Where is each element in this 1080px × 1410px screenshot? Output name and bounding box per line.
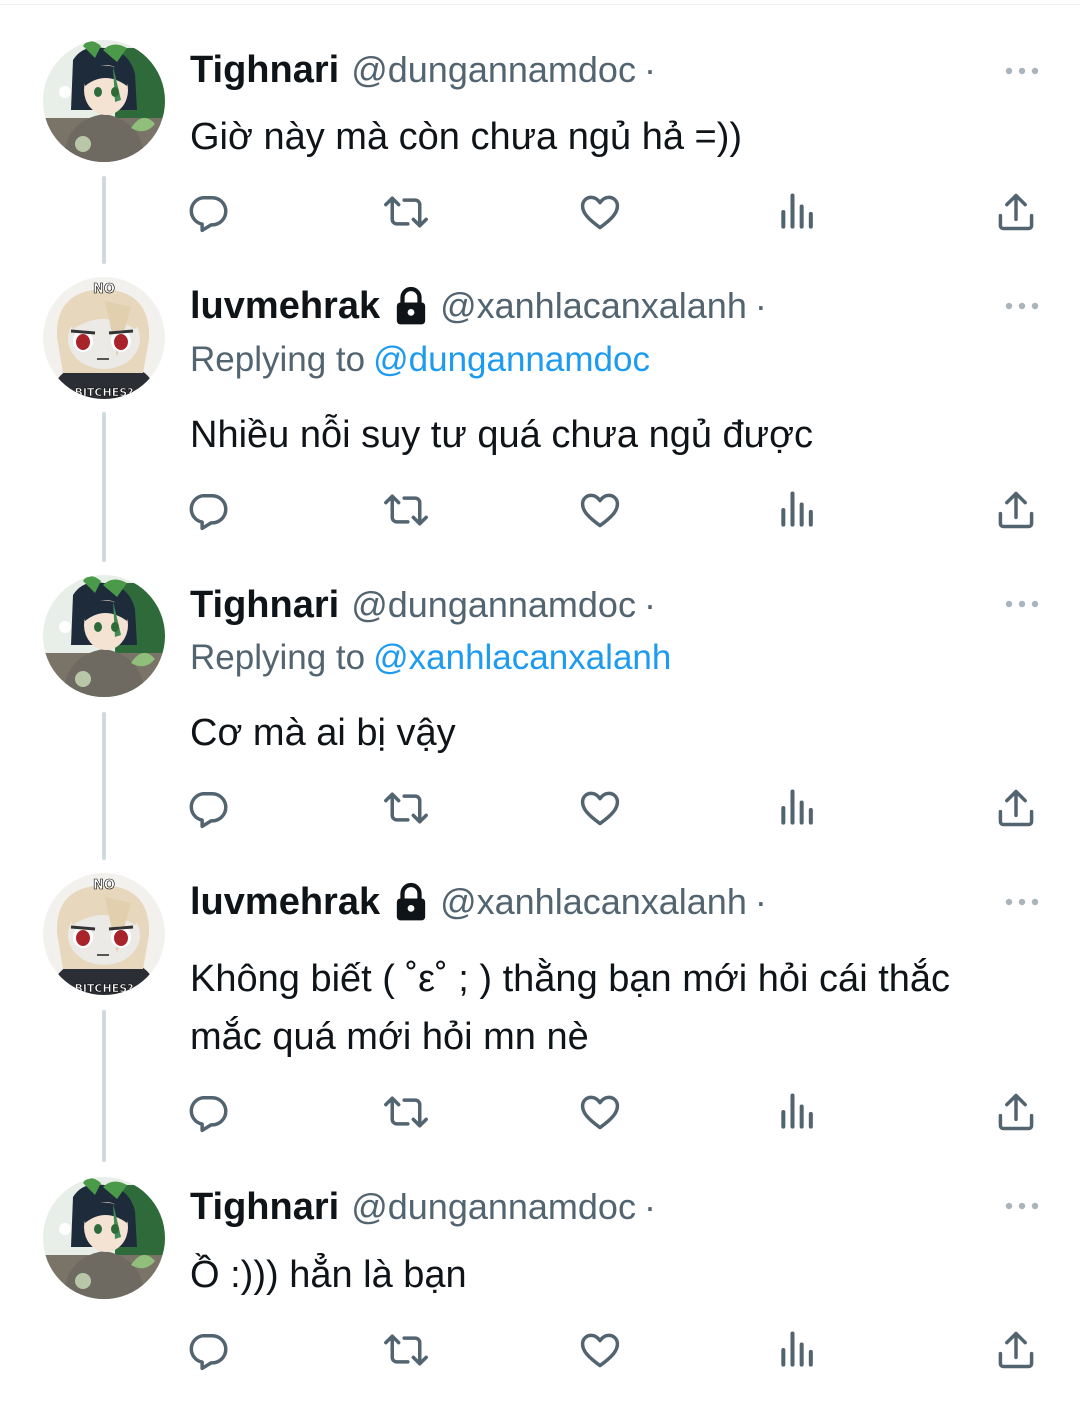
- user-handle[interactable]: @dungannamdoc: [351, 49, 636, 91]
- avatar-tighnari[interactable]: [43, 40, 165, 162]
- reply-icon[interactable]: [186, 786, 234, 834]
- views-icon[interactable]: [776, 190, 824, 238]
- tweet-header: luvmehrak @xanhlacanxalanh ·: [190, 880, 767, 924]
- thread-line: [102, 712, 106, 860]
- more-icon[interactable]: [1004, 896, 1040, 908]
- svg-text:NO: NO: [93, 878, 115, 893]
- avatar-image: [43, 40, 165, 162]
- share-icon[interactable]: [994, 488, 1042, 536]
- lock-icon: [394, 286, 428, 326]
- lock-icon: [394, 882, 428, 922]
- user-handle[interactable]: @xanhlacanxalanh: [440, 285, 747, 327]
- avatar-luvmehrak[interactable]: NO BITCHES?: [43, 873, 165, 995]
- separator-dot: ·: [754, 881, 767, 922]
- replying-label: Replying to: [190, 340, 366, 379]
- views-icon[interactable]: [776, 786, 824, 834]
- svg-text:BITCHES?: BITCHES?: [74, 982, 133, 995]
- like-icon[interactable]: [578, 786, 626, 834]
- replying-label: Replying to: [190, 638, 366, 677]
- svg-text:BITCHES?: BITCHES?: [74, 386, 133, 399]
- avatar-image: NO BITCHES?: [43, 873, 165, 995]
- tweet-actions: [186, 1090, 1046, 1138]
- more-icon[interactable]: [1004, 65, 1040, 77]
- retweet-icon[interactable]: [384, 1328, 432, 1376]
- like-icon[interactable]: [578, 1090, 626, 1138]
- svg-text:NO: NO: [93, 282, 115, 297]
- share-icon[interactable]: [994, 1328, 1042, 1376]
- views-icon[interactable]: [776, 1328, 824, 1376]
- thread-line: [102, 412, 106, 562]
- retweet-icon[interactable]: [384, 786, 432, 834]
- separator-dot: ·: [754, 285, 767, 326]
- reply-icon[interactable]: [186, 190, 234, 238]
- tweet-actions: [186, 1328, 1046, 1376]
- tweet-text: Không biết ( ˚ε˚ ; ) thằng bạn mới hỏi c…: [190, 958, 951, 1058]
- tweet-actions: [186, 786, 1046, 834]
- more-icon[interactable]: [1004, 300, 1040, 312]
- replying-to: Replying to @dungannamdoc: [190, 340, 650, 380]
- tweet-text: Ồ :))) hẳn là bạn: [190, 1254, 467, 1296]
- tweet-header: luvmehrak @xanhlacanxalanh ·: [190, 284, 767, 328]
- mention-link[interactable]: @dungannamdoc: [373, 340, 650, 379]
- display-name[interactable]: luvmehrak: [190, 285, 380, 328]
- like-icon[interactable]: [578, 1328, 626, 1376]
- thread-line: [102, 176, 106, 264]
- reply-icon[interactable]: [186, 1090, 234, 1138]
- avatar-image: [43, 1177, 165, 1299]
- avatar-tighnari[interactable]: [43, 1177, 165, 1299]
- like-icon[interactable]: [578, 190, 626, 238]
- avatar-luvmehrak[interactable]: NO BITCHES?: [43, 277, 165, 399]
- more-icon[interactable]: [1004, 1200, 1040, 1212]
- reply-icon[interactable]: [186, 488, 234, 536]
- separator-dot: ·: [643, 584, 656, 625]
- top-divider: [0, 4, 1080, 5]
- avatar-image: NO BITCHES?: [43, 277, 165, 399]
- share-icon[interactable]: [994, 190, 1042, 238]
- user-handle[interactable]: @dungannamdoc: [351, 1186, 636, 1228]
- display-name[interactable]: Tighnari: [190, 49, 339, 92]
- separator-dot: ·: [643, 49, 656, 90]
- separator-dot: ·: [643, 1186, 656, 1227]
- mention-link[interactable]: @xanhlacanxalanh: [373, 638, 671, 677]
- user-handle[interactable]: @xanhlacanxalanh: [440, 881, 747, 923]
- views-icon[interactable]: [776, 1090, 824, 1138]
- retweet-icon[interactable]: [384, 1090, 432, 1138]
- tweet-text: Nhiều nỗi suy tư quá chưa ngủ được: [190, 414, 814, 456]
- user-handle[interactable]: @dungannamdoc: [351, 584, 636, 626]
- tweet-actions: [186, 190, 1046, 238]
- reply-icon[interactable]: [186, 1328, 234, 1376]
- retweet-icon[interactable]: [384, 190, 432, 238]
- avatar-image: [43, 575, 165, 697]
- like-icon[interactable]: [578, 488, 626, 536]
- tweet-text: Giờ này mà còn chưa ngủ hả =)): [190, 116, 743, 158]
- avatar-tighnari[interactable]: [43, 575, 165, 697]
- retweet-icon[interactable]: [384, 488, 432, 536]
- display-name[interactable]: luvmehrak: [190, 881, 380, 924]
- more-icon[interactable]: [1004, 598, 1040, 610]
- display-name[interactable]: Tighnari: [190, 584, 339, 627]
- share-icon[interactable]: [994, 1090, 1042, 1138]
- thread-line: [102, 1010, 106, 1162]
- views-icon[interactable]: [776, 488, 824, 536]
- tweet-header: Tighnari @dungannamdoc ·: [190, 48, 656, 92]
- replying-to: Replying to @xanhlacanxalanh: [190, 638, 671, 678]
- display-name[interactable]: Tighnari: [190, 1186, 339, 1229]
- tweet-header: Tighnari @dungannamdoc ·: [190, 583, 656, 627]
- tweet-text: Cơ mà ai bị vậy: [190, 712, 456, 754]
- tweet-actions: [186, 488, 1046, 536]
- share-icon[interactable]: [994, 786, 1042, 834]
- tweet-header: Tighnari @dungannamdoc ·: [190, 1185, 656, 1229]
